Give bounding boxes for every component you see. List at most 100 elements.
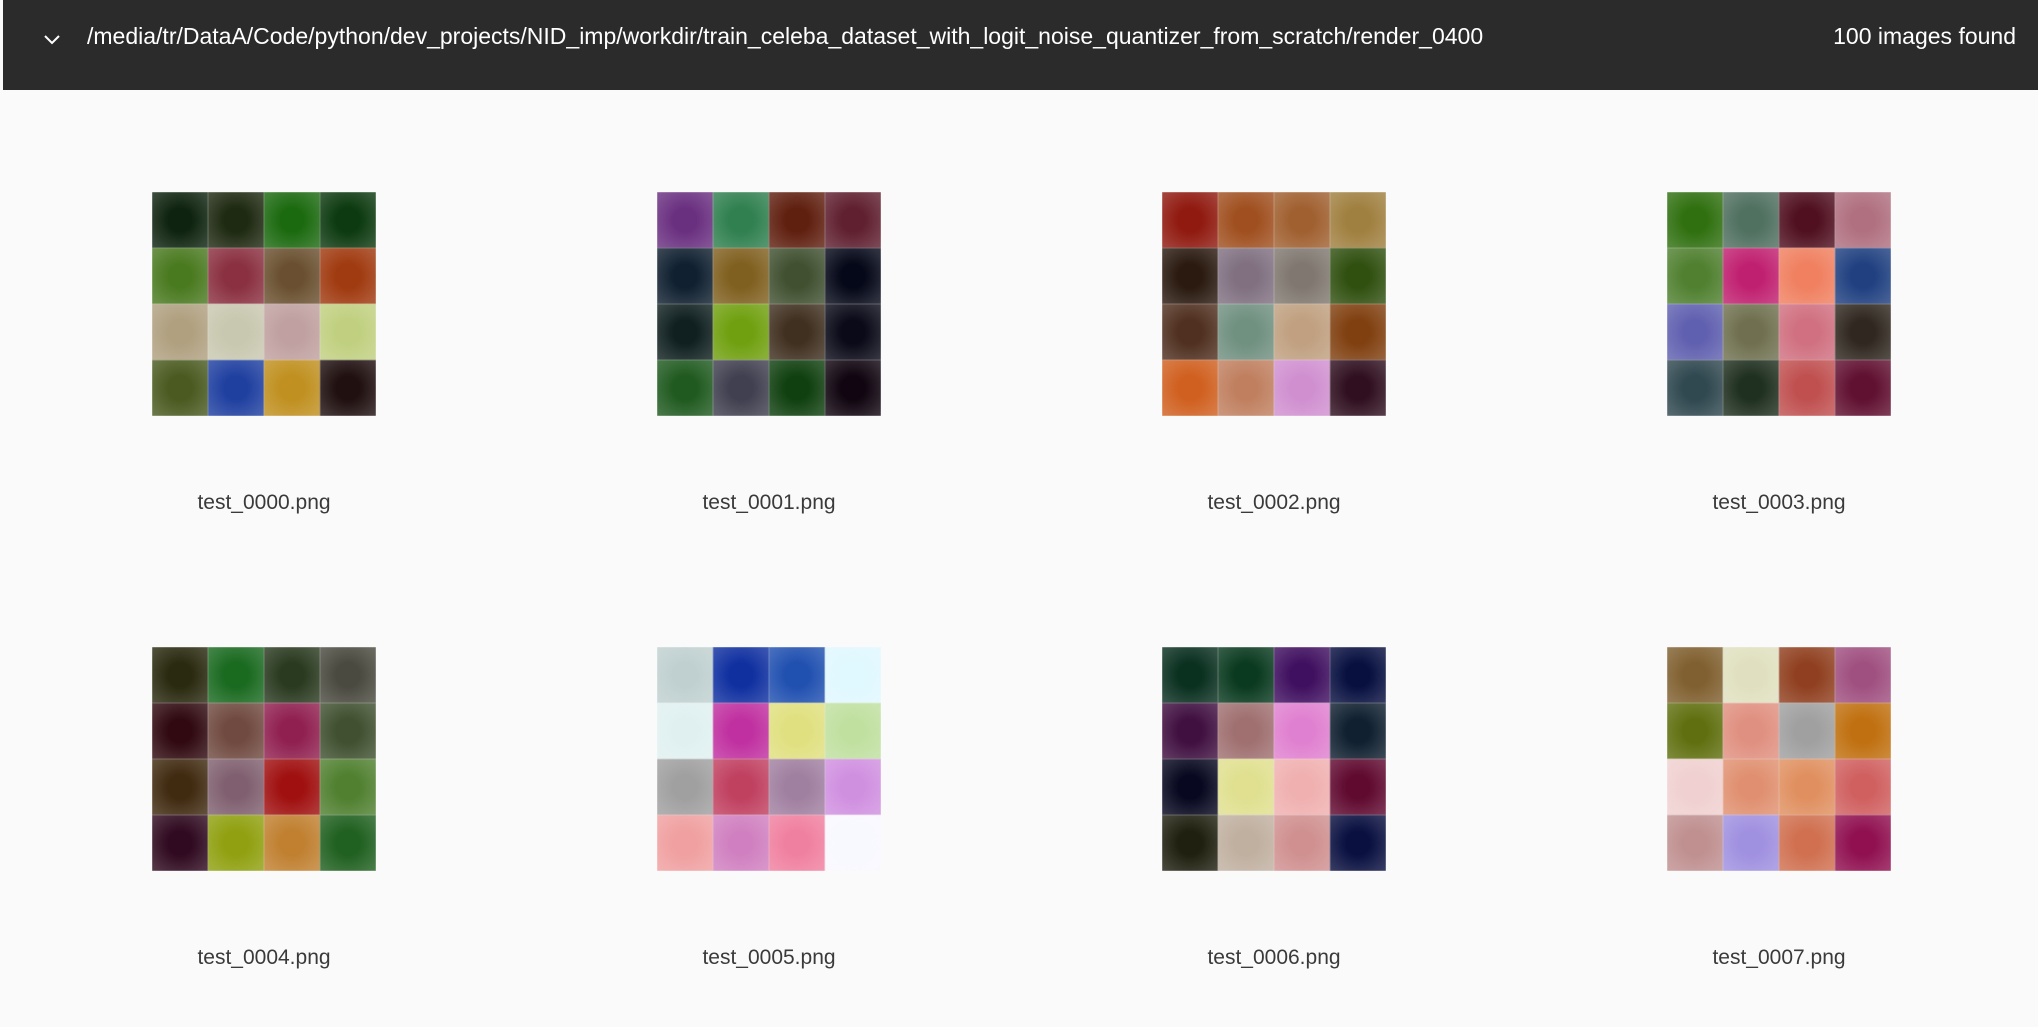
thumbnail-tile: [1835, 815, 1891, 871]
thumbnail-tile: [1779, 192, 1835, 248]
thumbnail-tile: [1218, 647, 1274, 703]
thumbnail-tile: [1723, 360, 1779, 416]
thumbnail-tile: [1330, 759, 1386, 815]
image-thumbnail[interactable]: [1667, 192, 1891, 416]
thumbnail-tile: [152, 192, 208, 248]
image-filename: test_0001.png: [702, 491, 836, 514]
image-thumbnail[interactable]: [152, 192, 376, 416]
thumbnail-tile: [1162, 304, 1218, 360]
thumbnail-tile: [1779, 360, 1835, 416]
thumbnail-tile: [1218, 192, 1274, 248]
thumbnail-tile: [1723, 703, 1779, 759]
thumbnail-tile: [1218, 360, 1274, 416]
thumbnail-tile: [1218, 703, 1274, 759]
thumbnail-tile: [152, 248, 208, 304]
thumbnail-tile: [1330, 248, 1386, 304]
thumbnail-tile: [152, 815, 208, 871]
thumbnail-tile: [264, 703, 320, 759]
thumbnail-tile: [713, 815, 769, 871]
thumbnail-tile: [1162, 248, 1218, 304]
image-filename: test_0004.png: [197, 946, 331, 969]
thumbnail-tile: [1779, 304, 1835, 360]
thumbnail-tile: [1835, 360, 1891, 416]
thumbnail-tile: [264, 647, 320, 703]
image-filename: test_0002.png: [1207, 491, 1341, 514]
thumbnail-tile: [1723, 248, 1779, 304]
thumbnail-tile: [1274, 759, 1330, 815]
thumbnail-tile: [769, 248, 825, 304]
thumbnail-tile: [320, 703, 376, 759]
image-thumbnail[interactable]: [1667, 647, 1891, 871]
thumbnail-tile: [825, 248, 881, 304]
thumbnail-tile: [825, 759, 881, 815]
thumbnail-tile: [1162, 815, 1218, 871]
thumbnail-tile: [657, 192, 713, 248]
thumbnail-tile: [1218, 815, 1274, 871]
thumbnail-tile: [1667, 647, 1723, 703]
thumbnail-tile: [713, 192, 769, 248]
image-card[interactable]: test_0000.png: [112, 192, 412, 572]
image-card[interactable]: test_0004.png: [112, 647, 412, 1027]
thumbnail-tile: [657, 360, 713, 416]
thumbnail-tile: [152, 703, 208, 759]
chevron-down-icon[interactable]: [41, 28, 63, 50]
thumbnail-tile: [825, 360, 881, 416]
thumbnail-tile: [264, 304, 320, 360]
thumbnail-tile: [657, 815, 713, 871]
thumbnail-tile: [1835, 647, 1891, 703]
thumbnail-tile: [769, 304, 825, 360]
thumbnail-tile: [825, 647, 881, 703]
thumbnail-tile: [1667, 815, 1723, 871]
thumbnail-tile: [825, 304, 881, 360]
thumbnail-tile: [1218, 759, 1274, 815]
thumbnail-tile: [1667, 248, 1723, 304]
thumbnail-tile: [320, 360, 376, 416]
thumbnail-tile: [1218, 248, 1274, 304]
thumbnail-tile: [713, 360, 769, 416]
thumbnail-tile: [1667, 703, 1723, 759]
thumbnail-tile: [657, 304, 713, 360]
thumbnail-tile: [208, 815, 264, 871]
thumbnail-tile: [1162, 360, 1218, 416]
thumbnail-tile: [208, 647, 264, 703]
thumbnail-tile: [825, 192, 881, 248]
thumbnail-tile: [208, 703, 264, 759]
image-card[interactable]: test_0001.png: [617, 192, 917, 572]
thumbnail-tile: [1835, 759, 1891, 815]
thumbnail-tile: [264, 759, 320, 815]
image-filename: test_0003.png: [1712, 491, 1846, 514]
thumbnail-tile: [825, 703, 881, 759]
image-card[interactable]: test_0007.png: [1627, 647, 1927, 1027]
image-card[interactable]: test_0002.png: [1122, 192, 1422, 572]
thumbnail-tile: [1330, 304, 1386, 360]
image-card[interactable]: test_0006.png: [1122, 647, 1422, 1027]
thumbnail-tile: [1218, 304, 1274, 360]
thumbnail-tile: [152, 647, 208, 703]
thumbnail-tile: [208, 304, 264, 360]
image-thumbnail[interactable]: [152, 647, 376, 871]
image-card[interactable]: test_0005.png: [617, 647, 917, 1027]
thumbnail-tile: [1723, 759, 1779, 815]
thumbnail-tile: [320, 304, 376, 360]
image-thumbnail[interactable]: [1162, 647, 1386, 871]
image-filename: test_0000.png: [197, 491, 331, 514]
image-thumbnail[interactable]: [1162, 192, 1386, 416]
thumbnail-tile: [264, 360, 320, 416]
thumbnail-tile: [657, 759, 713, 815]
image-gallery: test_0000.png test_0001.png test_0002.png t…: [0, 90, 2038, 1011]
thumbnail-tile: [320, 815, 376, 871]
thumbnail-tile: [825, 815, 881, 871]
thumbnail-tile: [1779, 703, 1835, 759]
image-filename: test_0007.png: [1712, 946, 1846, 969]
thumbnail-tile: [320, 248, 376, 304]
thumbnail-tile: [769, 759, 825, 815]
thumbnail-tile: [1274, 815, 1330, 871]
thumbnail-tile: [769, 703, 825, 759]
thumbnail-tile: [1162, 192, 1218, 248]
image-thumbnail[interactable]: [657, 192, 881, 416]
image-thumbnail[interactable]: [657, 647, 881, 871]
image-card[interactable]: test_0003.png: [1627, 192, 1927, 572]
thumbnail-tile: [1330, 192, 1386, 248]
thumbnail-tile: [208, 248, 264, 304]
thumbnail-tile: [1330, 360, 1386, 416]
